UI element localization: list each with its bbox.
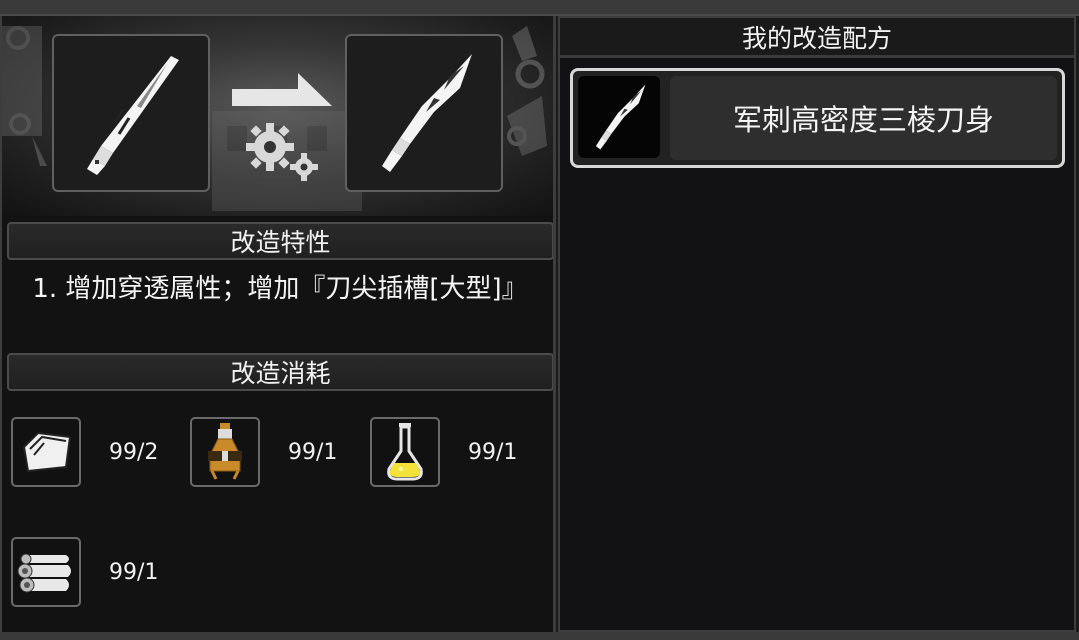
- traits-header: 改造特性: [7, 222, 553, 260]
- source-item-slot[interactable]: [52, 34, 210, 192]
- top-bar: [0, 0, 1079, 16]
- refined-blade-icon: [382, 54, 472, 172]
- gears-icon: [246, 123, 318, 181]
- brown-flask-icon: [208, 423, 242, 480]
- yellow-flask-icon: [387, 423, 423, 481]
- cost-quantity: 99/1: [288, 439, 338, 465]
- cost-item: 99/1: [370, 417, 517, 487]
- recipe-panel: 我的改造配方 军刺高密度三棱刀身: [558, 16, 1076, 632]
- modification-panel: 改造特性 1. 增加穿透属性；增加『刀尖插槽[大型]』 改造消耗 99/2 99…: [0, 16, 556, 632]
- cost-item: 99/2: [11, 417, 158, 487]
- arrow-right-icon: [232, 73, 332, 106]
- transform-arrow: [228, 71, 338, 191]
- recipe-item-selected[interactable]: 军刺高密度三棱刀身: [570, 68, 1065, 168]
- paper-icon: [22, 431, 72, 473]
- cost-header: 改造消耗: [7, 353, 553, 391]
- traits-description: 1. 增加穿透属性；增加『刀尖插槽[大型]』: [32, 274, 528, 304]
- refined-blade-icon: [595, 84, 646, 150]
- cost-quantity: 99/2: [109, 439, 159, 465]
- bottom-bar: [0, 632, 1079, 640]
- cost-slot[interactable]: [370, 417, 440, 487]
- recipe-icon-slot: [578, 76, 660, 158]
- cost-slot[interactable]: [190, 417, 260, 487]
- cost-item: 99/1: [190, 417, 337, 487]
- result-item-slot[interactable]: [345, 34, 503, 192]
- cloth-roll-icon: [17, 553, 71, 593]
- recipe-panel-title: 我的改造配方: [560, 18, 1074, 58]
- cost-item: 99/1: [11, 537, 158, 607]
- recipe-label: 军刺高密度三棱刀身: [670, 76, 1057, 160]
- cost-slot[interactable]: [11, 417, 81, 487]
- blade-icon: [87, 56, 179, 175]
- cost-quantity: 99/1: [468, 439, 518, 465]
- cost-slot[interactable]: [11, 537, 81, 607]
- modification-preview: [2, 16, 553, 216]
- cost-quantity: 99/1: [109, 559, 159, 585]
